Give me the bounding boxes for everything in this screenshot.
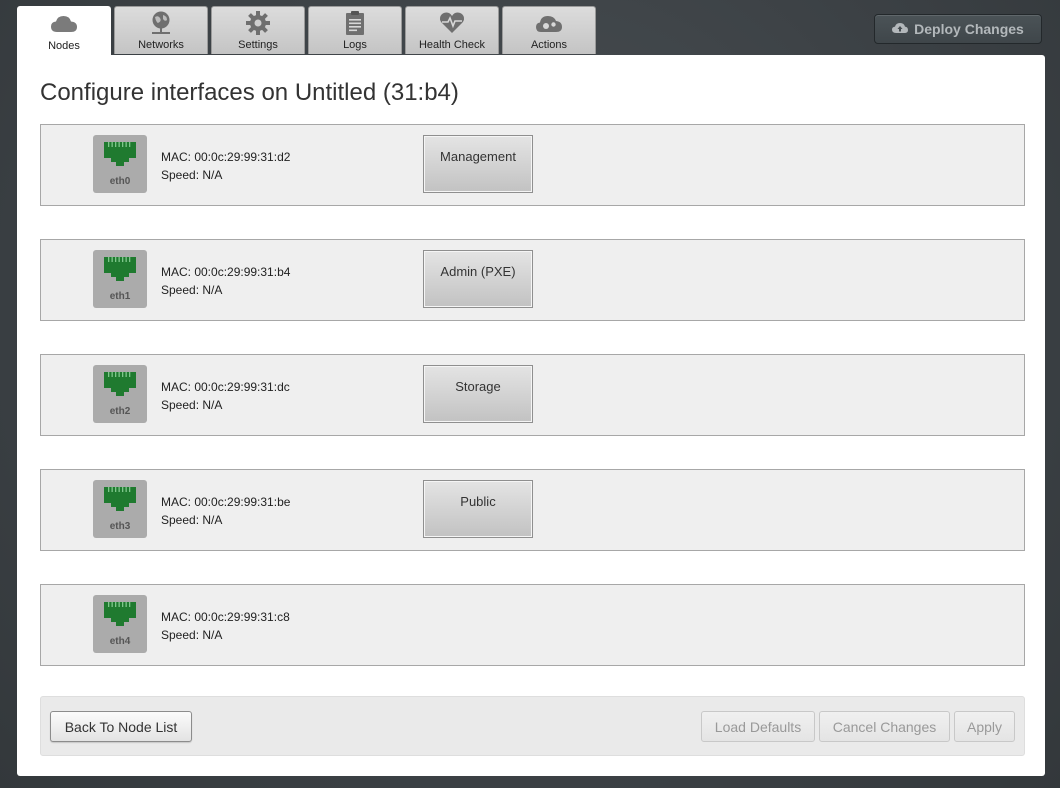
interface-mac: MAC: 00:0c:29:99:31:d2 <box>161 150 291 164</box>
cancel-changes-button[interactable]: Cancel Changes <box>819 711 950 742</box>
interface-speed: Speed: N/A <box>161 513 223 527</box>
ethernet-port-icon <box>102 600 138 633</box>
interface-row-eth1: eth1 MAC: 00:0c:29:99:31:b4 Speed: N/A A… <box>40 239 1025 321</box>
interface-port: eth0 <box>93 135 147 193</box>
interface-mac: MAC: 00:0c:29:99:31:dc <box>161 380 290 394</box>
network-block-admin-pxe[interactable]: Admin (PXE) <box>423 250 533 308</box>
gear-icon <box>244 9 272 37</box>
interface-port: eth3 <box>93 480 147 538</box>
tab-label: Networks <box>138 39 184 51</box>
interface-port: eth4 <box>93 595 147 653</box>
page-title: Configure interfaces on Untitled (31:b4) <box>40 79 459 106</box>
ethernet-port-icon <box>102 140 138 173</box>
interface-name: eth4 <box>109 636 131 647</box>
interface-name: eth2 <box>109 406 131 417</box>
network-globe-icon <box>147 9 175 37</box>
main-tabs: Nodes Networks Settings Logs Health Chec… <box>17 6 599 55</box>
tab-actions[interactable]: Actions <box>502 6 596 54</box>
interface-port: eth1 <box>93 250 147 308</box>
interface-mac: MAC: 00:0c:29:99:31:be <box>161 495 291 509</box>
tab-logs[interactable]: Logs <box>308 6 402 54</box>
back-to-node-list-button[interactable]: Back To Node List <box>50 711 192 742</box>
network-block-storage[interactable]: Storage <box>423 365 533 423</box>
interface-row-eth2: eth2 MAC: 00:0c:29:99:31:dc Speed: N/A S… <box>40 354 1025 436</box>
apply-button[interactable]: Apply <box>954 711 1015 742</box>
heart-pulse-icon <box>438 9 466 37</box>
deploy-changes-button[interactable]: Deploy Changes <box>874 14 1042 44</box>
main-panel: Configure interfaces on Untitled (31:b4)… <box>17 55 1045 776</box>
interface-speed: Speed: N/A <box>161 628 223 642</box>
interface-info: MAC: 00:0c:29:99:31:b4 Speed: N/A <box>161 263 290 299</box>
tab-settings[interactable]: Settings <box>211 6 305 54</box>
interface-row-eth0: eth0 MAC: 00:0c:29:99:31:d2 Speed: N/A M… <box>40 124 1025 206</box>
form-footer: Back To Node List Load Defaults Cancel C… <box>40 696 1025 756</box>
tab-label: Nodes <box>48 40 80 52</box>
load-defaults-button[interactable]: Load Defaults <box>701 711 815 742</box>
ethernet-port-icon <box>102 255 138 288</box>
interface-speed: Speed: N/A <box>161 168 223 182</box>
interface-port: eth2 <box>93 365 147 423</box>
clipboard-icon <box>341 9 369 37</box>
interface-name: eth1 <box>109 291 131 302</box>
tab-health-check[interactable]: Health Check <box>405 6 499 54</box>
interface-mac: MAC: 00:0c:29:99:31:c8 <box>161 610 290 624</box>
deploy-label: Deploy Changes <box>914 21 1024 37</box>
interface-info: MAC: 00:0c:29:99:31:dc Speed: N/A <box>161 378 290 414</box>
cloud-icon <box>50 10 78 38</box>
interface-info: MAC: 00:0c:29:99:31:be Speed: N/A <box>161 493 290 529</box>
tab-networks[interactable]: Networks <box>114 6 208 54</box>
interface-name: eth0 <box>109 176 131 187</box>
tab-label: Health Check <box>418 39 486 51</box>
interface-info: MAC: 00:0c:29:99:31:c8 Speed: N/A <box>161 608 290 644</box>
tab-label: Settings <box>238 39 278 51</box>
interface-info: MAC: 00:0c:29:99:31:d2 Speed: N/A <box>161 148 290 184</box>
network-block-management[interactable]: Management <box>423 135 533 193</box>
interface-mac: MAC: 00:0c:29:99:31:b4 <box>161 265 291 279</box>
interface-speed: Speed: N/A <box>161 398 223 412</box>
cloud-gears-icon <box>535 9 563 37</box>
tab-label: Actions <box>530 39 568 51</box>
ethernet-port-icon <box>102 485 138 518</box>
interface-row-eth4: eth4 MAC: 00:0c:29:99:31:c8 Speed: N/A <box>40 584 1025 666</box>
ethernet-port-icon <box>102 370 138 403</box>
tab-nodes[interactable]: Nodes <box>17 6 111 55</box>
interface-speed: Speed: N/A <box>161 283 223 297</box>
cloud-upload-icon <box>892 21 909 37</box>
tab-label: Logs <box>343 39 367 51</box>
interface-name: eth3 <box>109 521 131 532</box>
network-block-public[interactable]: Public <box>423 480 533 538</box>
interface-row-eth3: eth3 MAC: 00:0c:29:99:31:be Speed: N/A P… <box>40 469 1025 551</box>
